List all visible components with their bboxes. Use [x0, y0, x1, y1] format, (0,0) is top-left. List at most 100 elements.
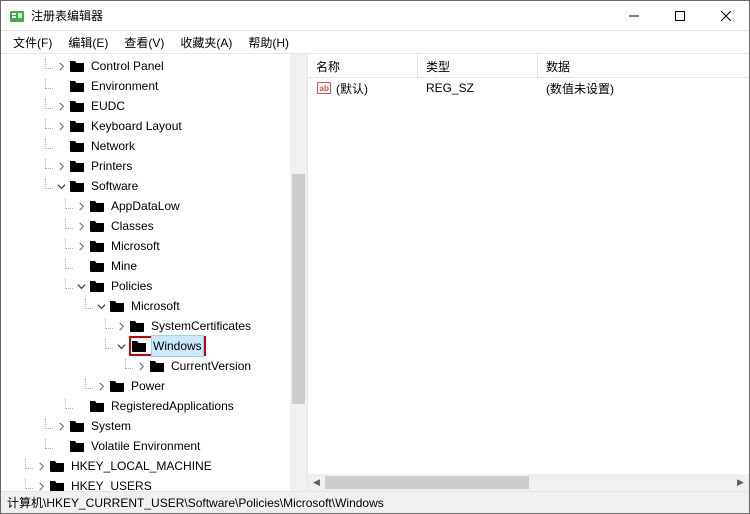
tree-item[interactable]: Network [1, 136, 290, 156]
regedit-window: 注册表编辑器 文件(F) 编辑(E) 查看(V) 收藏夹(A) 帮助(H) Co… [0, 0, 750, 514]
chevron-down-icon[interactable] [53, 182, 69, 191]
column-headers[interactable]: 名称 类型 数据 [308, 54, 749, 78]
tree-item[interactable]: Software [1, 176, 290, 196]
tree-item-label: Printers [89, 156, 134, 176]
folder-icon [89, 278, 105, 294]
folder-icon [69, 158, 85, 174]
tree-item[interactable]: Mine [1, 256, 290, 276]
tree-item-label: Microsoft [129, 296, 182, 316]
folder-icon [131, 338, 147, 354]
menu-help[interactable]: 帮助(H) [242, 32, 295, 53]
col-name[interactable]: 名称 [308, 54, 418, 77]
chevron-down-icon[interactable] [113, 342, 129, 351]
col-type[interactable]: 类型 [418, 54, 538, 77]
tree-item[interactable]: Volatile Environment [1, 436, 290, 456]
folder-icon [49, 458, 65, 474]
tree-item-label: Volatile Environment [89, 436, 202, 456]
menu-edit[interactable]: 编辑(E) [62, 32, 114, 53]
close-button[interactable] [703, 1, 749, 30]
chevron-down-icon[interactable] [73, 282, 89, 291]
scrollbar-thumb[interactable] [292, 174, 305, 404]
menu-favorites[interactable]: 收藏夹(A) [174, 32, 238, 53]
value-row[interactable]: (默认)REG_SZ(数值未设置) [308, 78, 749, 98]
values-list[interactable]: (默认)REG_SZ(数值未设置) [308, 78, 749, 474]
status-path: 计算机\HKEY_CURRENT_USER\Software\Policies\… [7, 494, 384, 511]
tree-item[interactable]: AppDataLow [1, 196, 290, 216]
tree-item[interactable]: Classes [1, 216, 290, 236]
folder-icon [49, 478, 65, 491]
chevron-right-icon[interactable] [73, 202, 89, 211]
chevron-right-icon[interactable] [93, 382, 109, 391]
value-data: (数值未设置) [538, 80, 749, 97]
tree-pane: Control PanelEnvironmentEUDCKeyboard Lay… [1, 54, 308, 491]
tree-item-label: Environment [89, 76, 160, 96]
tree-item[interactable]: EUDC [1, 96, 290, 116]
folder-icon [69, 78, 85, 94]
tree-item-label: HKEY_USERS [69, 476, 154, 491]
folder-icon [89, 198, 105, 214]
tree-item-label: Software [89, 176, 140, 196]
scroll-right-icon[interactable]: ▶ [732, 474, 749, 491]
tree-item-label: EUDC [89, 96, 127, 116]
menu-file[interactable]: 文件(F) [7, 32, 58, 53]
chevron-right-icon[interactable] [73, 242, 89, 251]
chevron-right-icon[interactable] [53, 102, 69, 111]
tree-item-label: SystemCertificates [149, 316, 253, 336]
menu-view[interactable]: 查看(V) [118, 32, 170, 53]
folder-icon [109, 378, 125, 394]
tree-item[interactable]: SystemCertificates [1, 316, 290, 336]
tree-item[interactable]: Policies [1, 276, 290, 296]
statusbar: 计算机\HKEY_CURRENT_USER\Software\Policies\… [1, 491, 749, 513]
tree-item-label: Classes [109, 216, 156, 236]
tree-item[interactable]: Control Panel [1, 56, 290, 76]
registry-tree[interactable]: Control PanelEnvironmentEUDCKeyboard Lay… [1, 54, 290, 491]
tree-item[interactable]: Power [1, 376, 290, 396]
chevron-right-icon[interactable] [113, 322, 129, 331]
tree-item[interactable]: Microsoft [1, 296, 290, 316]
maximize-button[interactable] [657, 1, 703, 30]
chevron-right-icon[interactable] [33, 482, 49, 491]
chevron-right-icon[interactable] [53, 162, 69, 171]
chevron-right-icon[interactable] [53, 122, 69, 131]
values-hscrollbar[interactable]: ◀ ▶ [308, 474, 749, 491]
tree-item[interactable]: Printers [1, 156, 290, 176]
folder-icon [89, 238, 105, 254]
tree-item-label: Policies [109, 276, 154, 296]
tree-item-label: CurrentVersion [169, 356, 253, 376]
chevron-right-icon[interactable] [53, 62, 69, 71]
minimize-button[interactable] [611, 1, 657, 30]
annotation-highlight: Windows [129, 336, 206, 356]
tree-item[interactable]: Windows [1, 336, 290, 356]
tree-item[interactable]: HKEY_USERS [1, 476, 290, 491]
tree-item[interactable]: Environment [1, 76, 290, 96]
tree-item[interactable]: System [1, 416, 290, 436]
folder-icon [69, 178, 85, 194]
chevron-down-icon[interactable] [93, 302, 109, 311]
folder-icon [89, 398, 105, 414]
scroll-left-icon[interactable]: ◀ [308, 474, 325, 491]
chevron-right-icon[interactable] [33, 462, 49, 471]
hscroll-thumb[interactable] [325, 476, 529, 489]
tree-item[interactable]: RegisteredApplications [1, 396, 290, 416]
folder-icon [69, 98, 85, 114]
folder-icon [109, 298, 125, 314]
value-name: (默认) [336, 80, 368, 97]
chevron-right-icon[interactable] [133, 362, 149, 371]
folder-icon [129, 318, 145, 334]
folder-icon [69, 138, 85, 154]
tree-item[interactable]: Keyboard Layout [1, 116, 290, 136]
tree-item[interactable]: CurrentVersion [1, 356, 290, 376]
folder-icon [69, 418, 85, 434]
tree-item[interactable]: HKEY_LOCAL_MACHINE [1, 456, 290, 476]
col-data[interactable]: 数据 [538, 54, 749, 77]
tree-item-label: HKEY_LOCAL_MACHINE [69, 456, 214, 476]
menubar: 文件(F) 编辑(E) 查看(V) 收藏夹(A) 帮助(H) [1, 31, 749, 53]
tree-item-label: RegisteredApplications [109, 396, 236, 416]
chevron-right-icon[interactable] [73, 222, 89, 231]
tree-scrollbar[interactable] [290, 54, 307, 491]
tree-item[interactable]: Microsoft [1, 236, 290, 256]
folder-icon [89, 258, 105, 274]
chevron-right-icon[interactable] [53, 422, 69, 431]
tree-item-label: System [89, 416, 133, 436]
titlebar[interactable]: 注册表编辑器 [1, 1, 749, 31]
